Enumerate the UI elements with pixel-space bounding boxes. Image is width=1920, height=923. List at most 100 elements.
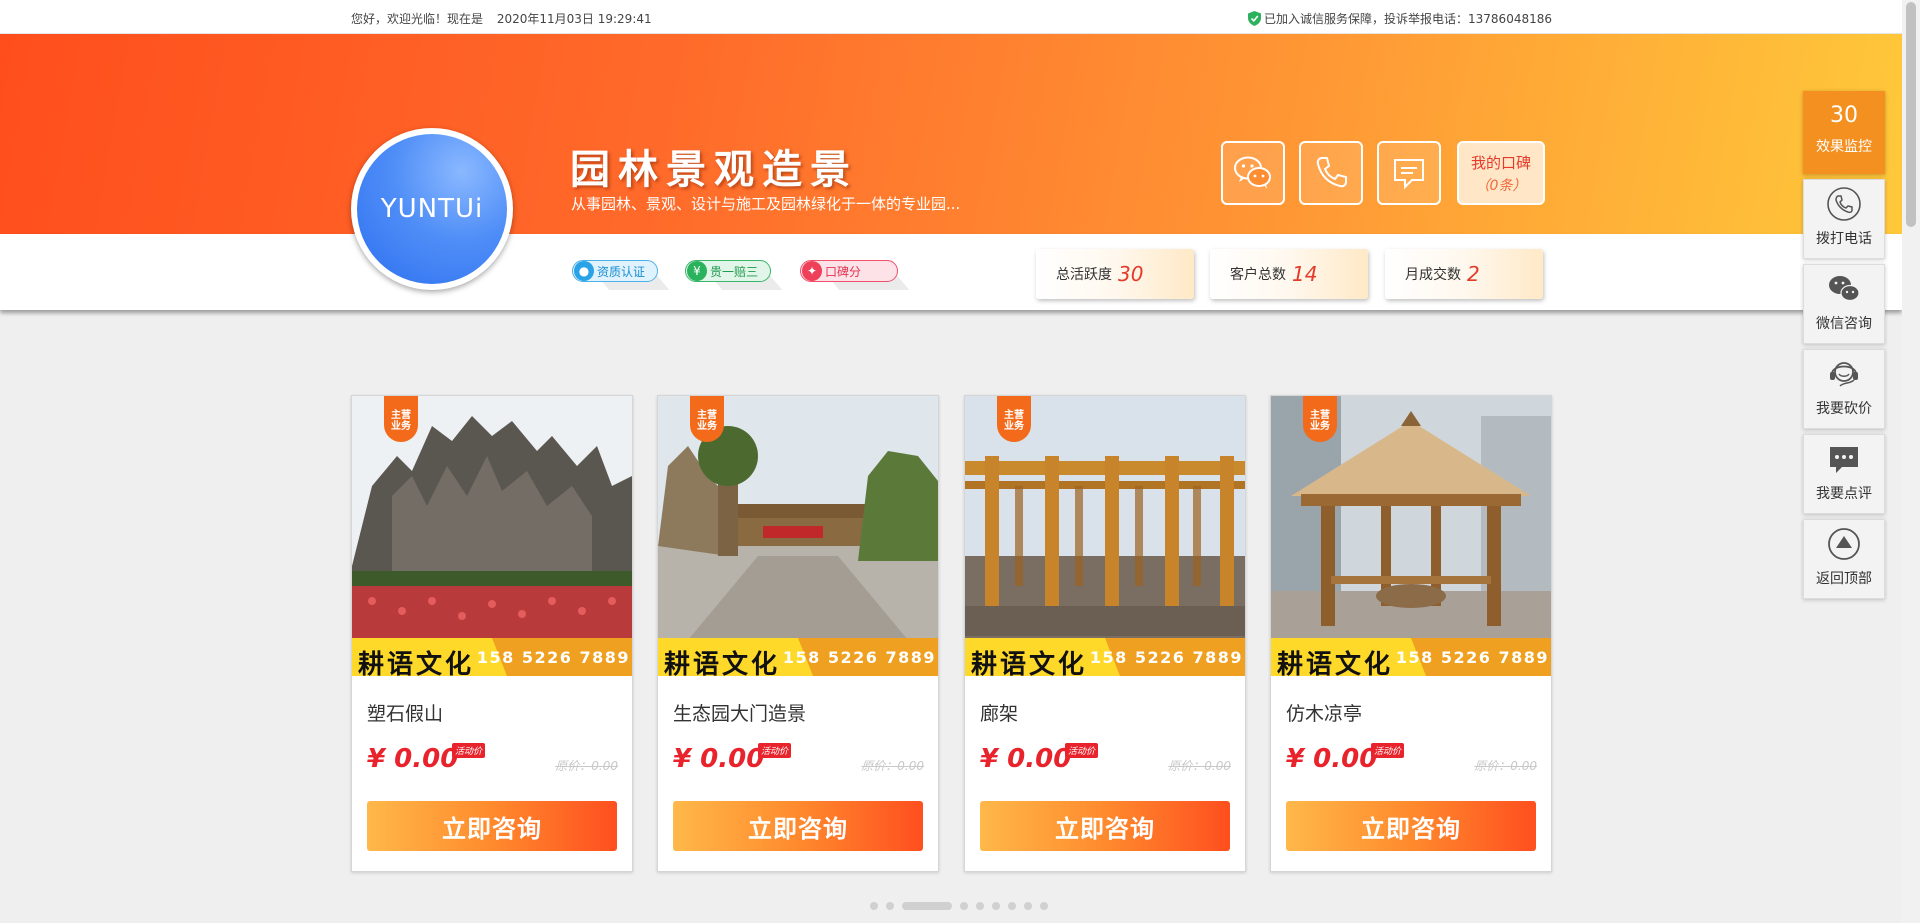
- carousel-pagination: [870, 902, 1056, 910]
- carousel-dot[interactable]: [902, 902, 952, 910]
- float-item-label: 微信咨询: [1816, 316, 1872, 332]
- stat-label: 月成交数: [1405, 267, 1461, 283]
- site-title: 园林景观造景: [570, 146, 858, 193]
- comment-icon: [1830, 447, 1858, 473]
- monitor-value: 30: [1830, 103, 1858, 128]
- wechat-icon: [1234, 156, 1271, 189]
- brand-strip: 耕语文化 158 5226 7889: [658, 638, 938, 676]
- wechat-icon: [1829, 276, 1860, 302]
- phone-icon: [1827, 187, 1861, 221]
- product-name[interactable]: 廊架: [980, 699, 1018, 726]
- carousel-dot[interactable]: [870, 902, 878, 910]
- assurance-notice: 已加入诚信服务保障，投诉举报电话：13786048186: [1248, 10, 1552, 27]
- brand-phone: 158 5226 7889: [1395, 648, 1549, 667]
- headset-icon: [1830, 362, 1858, 387]
- float-wechat-button[interactable]: 微信咨询: [1803, 264, 1885, 344]
- site-description: 从事园林、景观、设计与施工及园林绿化于一体的专业园...: [571, 195, 961, 213]
- brand-phone: 158 5226 7889: [476, 648, 630, 667]
- consult-button[interactable]: 立即咨询: [673, 801, 923, 851]
- company-logo[interactable]: YUNTUi: [351, 128, 513, 290]
- page-scrollbar[interactable]: [1902, 0, 1920, 923]
- brand-phone: 158 5226 7889: [1089, 648, 1243, 667]
- current-datetime: 2020年11月03日 19:29:41: [496, 12, 652, 26]
- thumbs-up-icon: ✦: [802, 261, 822, 281]
- stat-customers: 客户总数 14: [1210, 249, 1368, 299]
- back-to-top-icon: [1828, 528, 1860, 560]
- effect-monitor-card[interactable]: 30 效果监控: [1803, 91, 1885, 174]
- reputation-count: （0条）: [1475, 177, 1527, 194]
- carousel-dot[interactable]: [976, 902, 984, 910]
- call-button[interactable]: [1299, 141, 1363, 205]
- top-info-bar: 您好，欢迎光临！现在是 2020年11月03日 19:29:41 已加入诚信服务…: [0, 0, 1902, 34]
- float-review-button[interactable]: 我要点评: [1803, 434, 1885, 514]
- float-item-label: 返回顶部: [1816, 571, 1872, 587]
- brand-phone: 158 5226 7889: [782, 648, 936, 667]
- float-call-button[interactable]: 拨打电话: [1803, 179, 1885, 259]
- product-name[interactable]: 仿木凉亭: [1286, 699, 1362, 726]
- main-business-tag: 主营 业务: [384, 396, 418, 442]
- product-name[interactable]: 塑石假山: [367, 699, 443, 726]
- brand-name: 耕语文化: [664, 650, 781, 676]
- carousel-dot[interactable]: [1008, 902, 1016, 910]
- promo-badge: 活动价: [452, 743, 486, 758]
- stat-monthly-deals: 月成交数 2: [1385, 249, 1543, 299]
- float-back-to-top-button[interactable]: 返回顶部: [1803, 519, 1885, 599]
- product-price: ¥ 0.00: [367, 744, 459, 774]
- scrollbar-thumb[interactable]: [1906, 2, 1916, 227]
- product-price: ¥ 0.00: [673, 744, 765, 774]
- message-button[interactable]: [1377, 141, 1441, 205]
- carousel-dot[interactable]: [1040, 902, 1048, 910]
- carousel-dot[interactable]: [992, 902, 1000, 910]
- stat-value: 2: [1467, 262, 1480, 286]
- brand-name: 耕语文化: [358, 650, 475, 676]
- monitor-label: 效果监控: [1816, 139, 1872, 155]
- product-image[interactable]: 主营 业务 耕语文化 158 5226 7889: [352, 396, 632, 676]
- brand-strip: 耕语文化 158 5226 7889: [965, 638, 1245, 676]
- greeting-label: 您好，欢迎光临！现在是: [351, 12, 484, 26]
- product-card[interactable]: 主营 业务 耕语文化 158 5226 7889 仿木凉亭 ¥ 0.00 活动价 …: [1270, 395, 1552, 872]
- brand-strip: 耕语文化 158 5226 7889: [1271, 638, 1551, 676]
- product-price: ¥ 0.00: [1286, 744, 1378, 774]
- float-bargain-button[interactable]: 我要砍价: [1803, 349, 1885, 429]
- shield-check-icon: [1248, 11, 1262, 26]
- main-business-tag: 主营 业务: [690, 396, 724, 442]
- consult-button[interactable]: 立即咨询: [980, 801, 1230, 851]
- carousel-dot[interactable]: [960, 902, 968, 910]
- carousel-dot[interactable]: [886, 902, 894, 910]
- stat-label: 客户总数: [1230, 267, 1286, 283]
- float-item-label: 拨打电话: [1816, 231, 1872, 247]
- consult-button[interactable]: 立即咨询: [1286, 801, 1536, 851]
- yen-icon: ¥: [687, 261, 707, 281]
- product-card[interactable]: 主营 业务 耕语文化 158 5226 7889 生态园大门造景 ¥ 0.00 活…: [657, 395, 939, 872]
- floating-service-panel: 30 效果监控 拨打电话 微信咨询 我要砍价 我要点评 返回顶部: [1803, 91, 1885, 599]
- brand-name: 耕语文化: [1277, 650, 1394, 676]
- float-item-label: 我要点评: [1816, 486, 1872, 502]
- product-card[interactable]: 主营 业务 耕语文化 158 5226 7889 廊架 ¥ 0.00 活动价 原价…: [964, 395, 1246, 872]
- stat-activity: 总活跃度 30: [1036, 249, 1194, 299]
- promo-badge: 活动价: [1065, 743, 1099, 758]
- stat-label: 总活跃度: [1056, 267, 1112, 283]
- main-business-tag: 主营 业务: [1303, 396, 1337, 442]
- promo-badge: 活动价: [1371, 743, 1405, 758]
- stat-value: 14: [1292, 262, 1318, 286]
- product-image[interactable]: 主营 业务 耕语文化 158 5226 7889: [1271, 396, 1551, 676]
- logo-text: YUNTUi: [357, 134, 507, 284]
- badge-compensation[interactable]: ¥ 贵一赔三: [685, 260, 771, 282]
- my-reputation-button[interactable]: 我的口碑 （0条）: [1457, 141, 1545, 205]
- carousel-dot[interactable]: [1024, 902, 1032, 910]
- product-image[interactable]: 主营 业务 耕语文化 158 5226 7889: [965, 396, 1245, 676]
- wechat-button[interactable]: [1221, 141, 1285, 205]
- badge-reputation[interactable]: ✦ 口碑分: [800, 260, 898, 282]
- original-price: 原价：0.00: [555, 759, 618, 773]
- product-card[interactable]: 主营 业务 耕语文化 158 5226 7889 塑石假山 ¥ 0.00 活动价 …: [351, 395, 633, 872]
- assurance-text: 已加入诚信服务保障，投诉举报电话：13786048186: [1264, 12, 1552, 26]
- product-image[interactable]: 主营 业务 耕语文化 158 5226 7889: [658, 396, 938, 676]
- consult-button[interactable]: 立即咨询: [367, 801, 617, 851]
- original-price: 原价：0.00: [861, 759, 924, 773]
- stat-value: 30: [1118, 262, 1144, 286]
- user-icon: ●: [574, 261, 594, 281]
- product-price: ¥ 0.00: [980, 744, 1072, 774]
- badge-qualification[interactable]: ● 资质认证: [572, 260, 658, 282]
- product-name[interactable]: 生态园大门造景: [673, 699, 806, 726]
- brand-name: 耕语文化: [971, 650, 1088, 676]
